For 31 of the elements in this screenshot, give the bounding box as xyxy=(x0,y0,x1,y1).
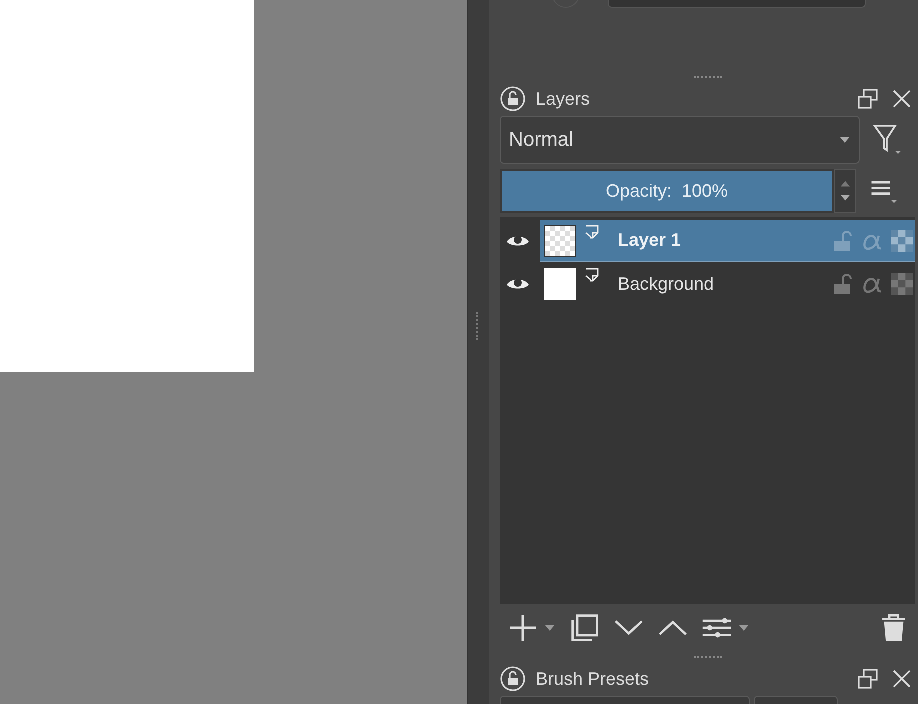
lock-icon[interactable] xyxy=(500,666,526,692)
up-arrow-icon xyxy=(840,180,850,188)
opacity-slider[interactable]: Opacity: 100% xyxy=(500,169,834,213)
caret-icon[interactable] xyxy=(544,624,556,632)
layer-thumbnail xyxy=(544,268,576,300)
grip-icon[interactable] xyxy=(476,312,481,340)
blend-mode-dropdown[interactable]: Normal xyxy=(500,116,860,164)
caret-icon xyxy=(839,136,851,144)
paint-layer-icon xyxy=(584,267,600,283)
panel-title: Layers xyxy=(536,88,592,110)
lock-icon[interactable] xyxy=(500,86,526,112)
spin-button[interactable] xyxy=(834,169,856,213)
close-icon[interactable] xyxy=(891,668,913,690)
filter-icon[interactable] xyxy=(872,123,902,157)
close-icon[interactable] xyxy=(891,88,913,110)
float-icon[interactable] xyxy=(857,668,879,690)
grip-icon[interactable] xyxy=(694,76,722,80)
checker-icon[interactable] xyxy=(891,230,913,252)
panel-title: Brush Presets xyxy=(536,668,650,690)
down-arrow-icon xyxy=(840,194,850,202)
paint-layer-icon xyxy=(584,224,600,240)
caret-icon[interactable] xyxy=(738,624,750,632)
layer-thumbnail xyxy=(544,224,576,256)
layer-item[interactable]: Background xyxy=(540,263,915,305)
duplicate-icon[interactable] xyxy=(570,613,600,643)
grip-icon[interactable] xyxy=(694,656,722,660)
add-icon[interactable] xyxy=(508,613,538,643)
checker-icon[interactable] xyxy=(891,273,913,295)
float-icon[interactable] xyxy=(857,88,879,110)
layer-item[interactable]: Layer 1 xyxy=(540,220,915,262)
lock-icon[interactable] xyxy=(831,273,853,295)
